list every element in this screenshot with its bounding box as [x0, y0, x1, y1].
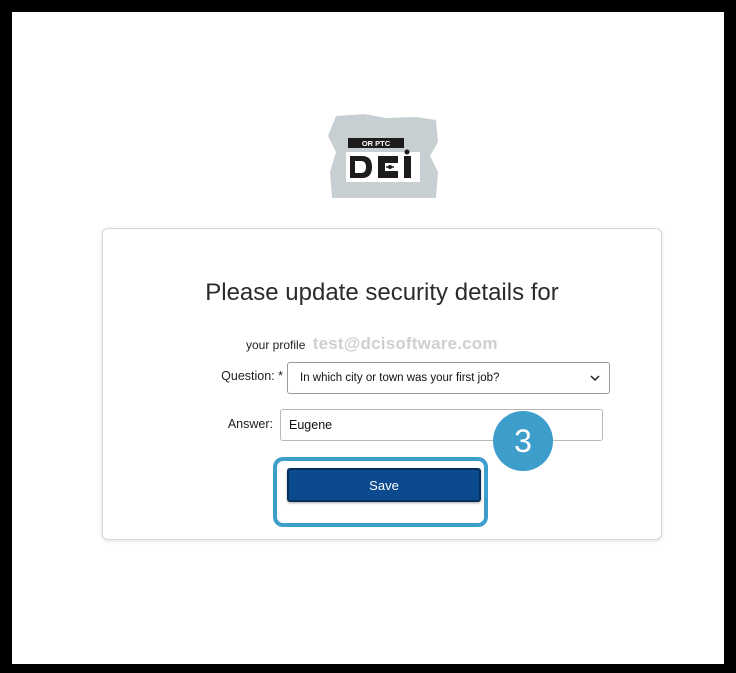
answer-input[interactable]: [280, 409, 603, 441]
oregon-state-logo-icon: OR PTC: [328, 114, 438, 198]
or-ptc-dci-logo: OR PTC: [324, 112, 442, 204]
save-button[interactable]: Save: [287, 468, 481, 502]
chevron-down-icon: [590, 375, 600, 382]
page-title: Please update security details for: [205, 279, 559, 306]
profile-label: your profile: [246, 338, 306, 352]
question-label: Question: *: [221, 369, 283, 383]
security-question-select[interactable]: In which city or town was your first job…: [287, 362, 610, 394]
profile-email: test@dcisoftware.com: [312, 334, 498, 353]
profile-line: your profile test@dcisoftware.com: [246, 334, 498, 354]
step-number-badge: 3: [493, 411, 553, 471]
security-details-card: Please update security details for your …: [102, 228, 662, 540]
security-question-value: In which city or town was your first job…: [300, 372, 500, 384]
answer-label: Answer:: [227, 417, 273, 431]
logo-badge-text: OR PTC: [362, 139, 391, 148]
screenshot-frame: OR PTC Please update security details fo…: [12, 12, 724, 664]
